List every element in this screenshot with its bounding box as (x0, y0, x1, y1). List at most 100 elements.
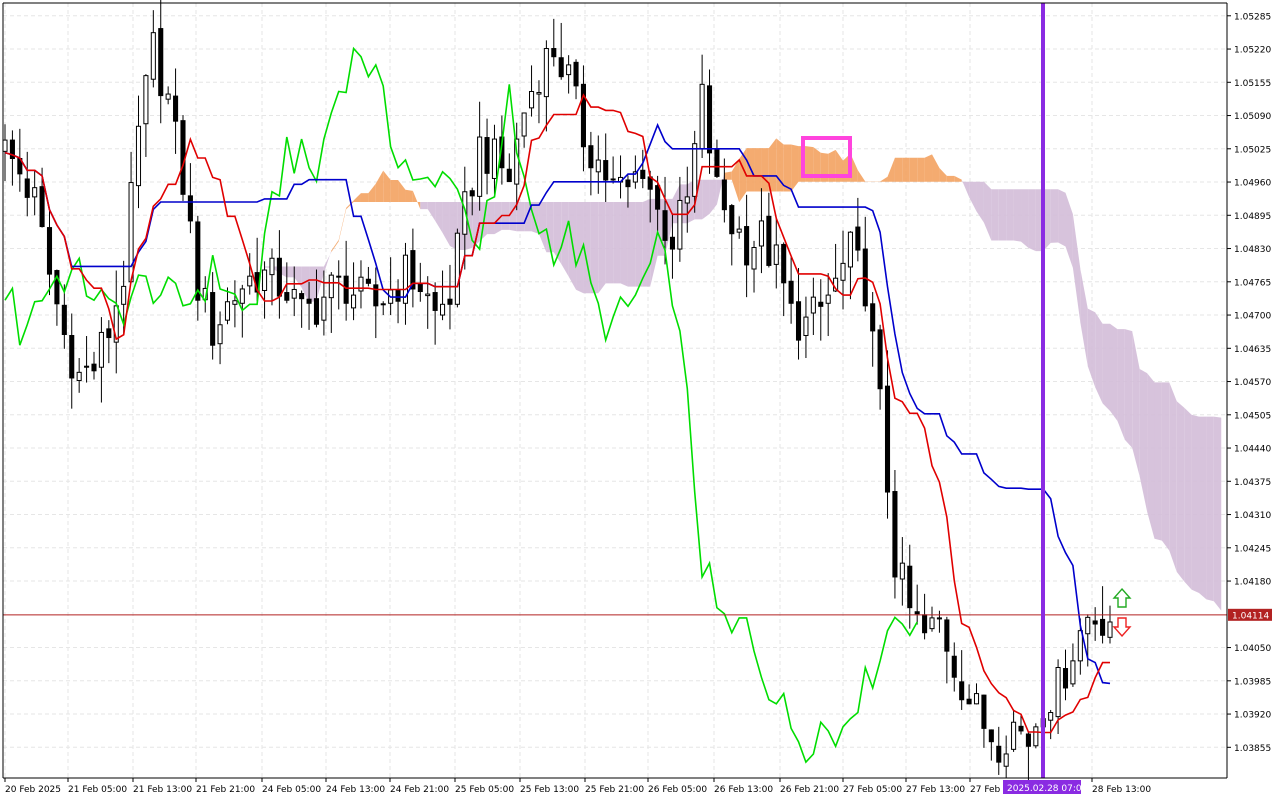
candle-body (306, 298, 312, 304)
candle-body (529, 90, 535, 109)
candle-body (662, 210, 668, 241)
cloud-segment (998, 189, 1007, 241)
candle-body (758, 220, 764, 247)
candle-body (1025, 733, 1031, 747)
candle-body (506, 168, 512, 183)
cloud-segment (494, 201, 502, 235)
x-tick-label: 21 Feb 13:00 (133, 785, 192, 795)
tenkan-sen-line (4, 93, 1110, 734)
candle-body (173, 95, 179, 122)
cloud-segment (1169, 382, 1177, 572)
cloud-segment (939, 167, 947, 182)
cloud-segment (1184, 407, 1192, 590)
candle-body (351, 294, 357, 309)
cloud-segment (1154, 382, 1162, 541)
cloud-segment (650, 198, 658, 287)
cloud-segment (791, 144, 799, 192)
cloud-segment (331, 239, 339, 253)
candle-body (24, 178, 30, 198)
cloud-segment (887, 157, 895, 182)
candle-body (1085, 616, 1091, 635)
candle-body (1092, 620, 1098, 625)
candle-body (803, 316, 809, 337)
candle-body (692, 143, 698, 197)
candle-body (321, 296, 327, 321)
candle-body (714, 148, 720, 177)
cloud-segment (857, 170, 866, 182)
cloud-segment (1058, 189, 1066, 247)
cloud-segment (286, 266, 295, 278)
y-tick-label: 1.05090 (1234, 112, 1271, 122)
candle-body (380, 303, 386, 306)
candle-body (1055, 667, 1061, 718)
candle-body (855, 226, 861, 251)
cloud-segment (405, 189, 413, 202)
candle-body (395, 289, 401, 302)
candle-body (1018, 725, 1024, 732)
price-tag-label: 1.04114 (1232, 611, 1269, 621)
candle-body (343, 275, 349, 304)
candle-body (1070, 660, 1076, 685)
cloud-segment (724, 171, 732, 180)
x-tick-label: 27 Feb 13:00 (906, 785, 965, 795)
candle-body (788, 280, 794, 304)
cloud-segment (1065, 192, 1073, 268)
cloud-segment (442, 201, 450, 246)
candle-body (751, 247, 757, 270)
cloud-segment (1117, 329, 1125, 440)
candle-body (336, 275, 342, 278)
candle-body (603, 160, 609, 181)
candle-body (39, 186, 45, 228)
cloud-segment (234, 175, 243, 210)
candle-body (640, 169, 646, 179)
x-tick-label: 26 Feb 05:00 (648, 785, 707, 795)
candle-body (840, 262, 846, 281)
candle-body (121, 285, 127, 305)
overlays (3, 3, 1227, 778)
x-tick-label: 28 Feb 13:00 (1092, 785, 1151, 795)
cloud-segment (390, 179, 399, 202)
x-tick-label: 26 Feb 21:00 (780, 785, 839, 795)
candle-body (425, 293, 431, 297)
y-tick-label: 1.04180 (1234, 578, 1271, 588)
candle-body (847, 231, 853, 268)
candle-body (973, 693, 980, 705)
y-tick-label: 1.04505 (1234, 411, 1271, 421)
cloud-segment (1072, 214, 1081, 323)
cloud-segment (316, 266, 324, 301)
x-tick-label: 21 Feb 05:00 (68, 785, 127, 795)
cloud-segment (932, 154, 940, 182)
indicator-lines (4, 46, 1111, 764)
cloud-segment (605, 201, 614, 284)
cloud-segment (924, 154, 933, 182)
candle-body (313, 298, 320, 325)
candle-body (2, 139, 8, 152)
cloud-segment (1206, 416, 1214, 602)
candle-body (187, 195, 193, 222)
candle-body (573, 61, 579, 87)
candle-body (210, 292, 216, 346)
candle-body (981, 694, 987, 729)
x-tick-label: 24 Feb 05:00 (262, 785, 321, 795)
cloud-segment (197, 152, 206, 155)
candle-body (922, 614, 928, 634)
candle-body (262, 269, 268, 291)
candle-body (469, 190, 475, 197)
candle-body (1107, 621, 1113, 638)
candle-body (417, 283, 423, 293)
candle-body (1011, 721, 1017, 750)
y-tick-label: 1.03920 (1234, 711, 1271, 721)
x-tick-label: 24 Feb 21:00 (390, 785, 449, 795)
candle-body (477, 136, 483, 197)
candle-body (914, 611, 920, 615)
cloud-segment (961, 179, 970, 198)
candle-body (447, 298, 453, 305)
cloud-segment (309, 266, 317, 303)
candle-body (76, 371, 82, 382)
ichimoku-chart[interactable]: 1.05285 1.05220 1.05155 1.05090 1.05025 1.049… (0, 0, 1280, 800)
candle-body (98, 331, 104, 368)
x-tick-label: 20 Feb 2025 (5, 785, 61, 795)
cloud-segment (412, 190, 421, 210)
cloud-segment (754, 148, 762, 192)
candle-body (951, 655, 957, 678)
